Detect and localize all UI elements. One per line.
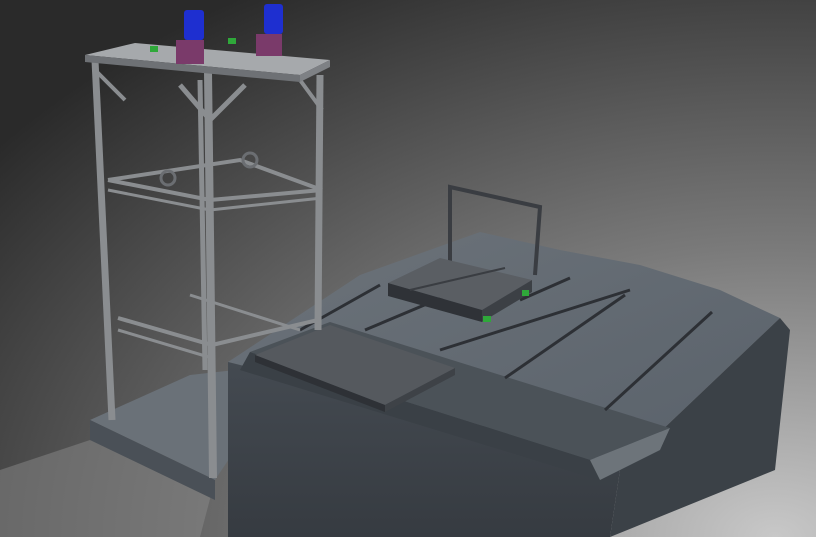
motor-icon [184,10,204,40]
sensor-green-icon [483,316,491,322]
gearbox [176,40,204,64]
cad-render-viewport[interactable] [0,0,816,537]
motor-icon [264,4,283,34]
sensor-green-icon [522,290,529,296]
gearbox [256,34,282,56]
